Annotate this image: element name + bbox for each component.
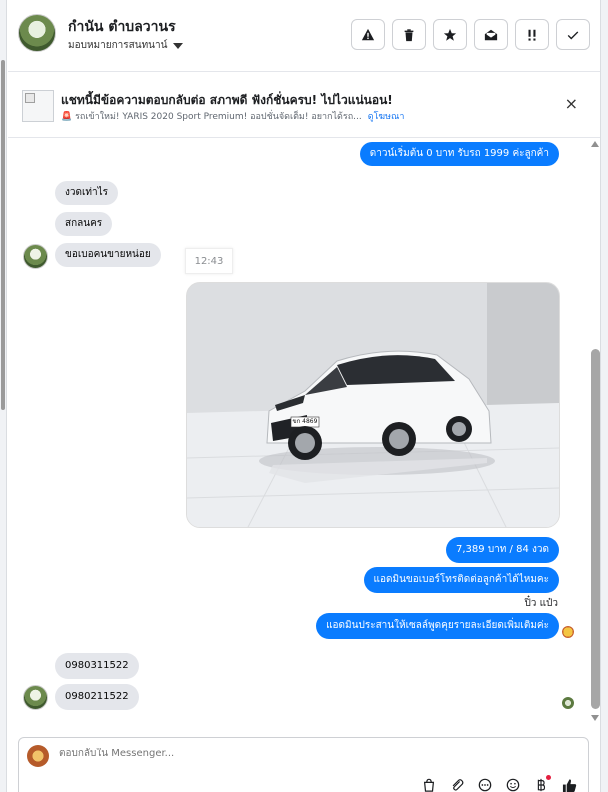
star-button[interactable] [433, 19, 467, 50]
chevron-down-icon [173, 42, 184, 49]
chat-dots-icon[interactable] [476, 776, 494, 792]
ad-thumbnail[interactable] [22, 90, 54, 122]
assign-label: มอบหมายการสนทนาน์ [68, 40, 168, 51]
contact-name[interactable]: กำนัน ตำบลวานร [68, 16, 176, 38]
right-panel-edge [600, 0, 608, 792]
report-button[interactable] [351, 19, 385, 50]
mark-unread-button[interactable] [474, 19, 508, 50]
left-scrollbar-thumb[interactable] [1, 60, 5, 410]
composer-toolbar [420, 775, 578, 792]
message-incoming[interactable]: 0980211522 [55, 684, 139, 710]
message-image-car[interactable]: ขก 4869 [186, 282, 560, 528]
conversation-header: กำนัน ตำบลวานร มอบหมายการสนทนาน์ [8, 0, 600, 72]
message-outgoing[interactable]: แอดมินขอเบอร์โทรติดต่อลูกค้าได้ไหมคะ [363, 567, 559, 593]
close-icon[interactable]: × [565, 96, 578, 112]
seen-avatar-icon [562, 697, 574, 709]
paperclip-icon[interactable] [448, 776, 466, 792]
message-incoming[interactable]: 0980311522 [55, 653, 139, 679]
chat-scrollbar[interactable] [591, 139, 600, 727]
message-timestamp: 12:43 [185, 248, 233, 274]
sender-name: ปิ๋ว แป๋ว [524, 598, 558, 609]
trash-icon [404, 28, 414, 41]
ad-context-banner: แชทนี้มีข้อความตอบกลับต่อ สภาพดี ฟังก์ชั… [8, 74, 600, 138]
notification-dot [546, 775, 551, 780]
license-plate: ขก 4869 [292, 418, 318, 425]
reply-composer [18, 737, 589, 792]
envelope-open-icon [484, 29, 498, 40]
message-incoming[interactable]: ขอเบอคนขายหน่อย [55, 243, 161, 267]
exclamation-icon [528, 29, 536, 41]
page-avatar [27, 745, 49, 767]
emoji-icon[interactable] [504, 776, 522, 792]
scrollbar-thumb[interactable] [591, 349, 600, 709]
left-panel-edge [0, 0, 7, 792]
message-outgoing[interactable]: ดาวน์เริ่มต้น 0 บาท รับรถ 1999 ค่ะลูกค้า [359, 142, 559, 166]
baht-icon[interactable] [532, 775, 551, 792]
checkmark-icon [567, 30, 579, 39]
warning-icon [361, 28, 375, 40]
ad-subtitle: 🚨 รถเข้าใหม่! YARIS 2020 Sport Premium! … [61, 109, 404, 123]
mark-important-button[interactable] [515, 19, 549, 50]
reply-input[interactable] [59, 748, 559, 759]
message-incoming[interactable]: งวดเท่าไร [55, 181, 119, 205]
view-ad-link[interactable]: ดูโฆษณา [368, 112, 405, 122]
header-actions [351, 19, 590, 50]
message-outgoing[interactable]: แอดมินประสานให้เซลล์พูดคุยรายละเอียดเพิ่… [316, 613, 559, 639]
car-photo-illustration [187, 283, 559, 527]
contact-avatar[interactable] [18, 14, 56, 52]
contact-avatar-small[interactable] [23, 685, 48, 710]
thumbs-up-icon[interactable] [560, 776, 578, 792]
scroll-up-arrow-icon[interactable] [591, 141, 599, 147]
bag-icon[interactable] [420, 776, 438, 792]
assign-conversation-dropdown[interactable]: มอบหมายการสนทนาน์ [68, 38, 184, 53]
message-outgoing[interactable]: 7,389 บาท / 84 งวด [446, 537, 559, 563]
scroll-down-arrow-icon[interactable] [591, 715, 599, 721]
contact-avatar-small[interactable] [23, 244, 48, 269]
admin-avatar-icon [562, 626, 574, 638]
delete-button[interactable] [392, 19, 426, 50]
star-icon [443, 28, 457, 41]
ad-title: แชทนี้มีข้อความตอบกลับต่อ สภาพดี ฟังก์ชั… [61, 93, 393, 107]
done-button[interactable] [556, 19, 590, 50]
message-incoming[interactable]: สกลนคร [55, 212, 113, 236]
ad-description: 🚨 รถเข้าใหม่! YARIS 2020 Sport Premium! … [61, 112, 362, 122]
